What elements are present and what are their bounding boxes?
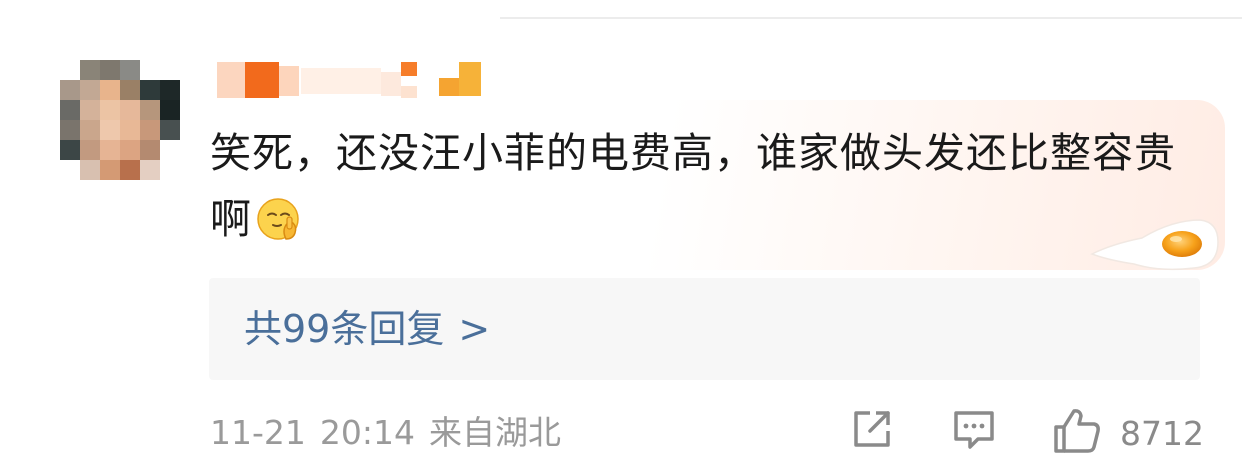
replies-count-text: 共99条回复: [244, 307, 445, 351]
share-button[interactable]: [848, 405, 898, 461]
replies-link[interactable]: 共99条回复 >: [209, 278, 1200, 380]
replies-label: 共99条回复 >: [244, 306, 490, 352]
shushing-face-emoji-icon: [257, 198, 299, 240]
comment-time: 20:14: [319, 413, 415, 452]
like-count: 8712: [1120, 414, 1204, 453]
username-blurred[interactable]: [217, 60, 487, 102]
divider: [500, 17, 1242, 19]
comment-meta: 11-21 20:14 来自湖北: [210, 412, 561, 454]
comment-date: 11-21: [210, 413, 306, 452]
comment-text: 笑死，还没汪小菲的电费高，谁家做头发还比整容贵啊: [210, 120, 1200, 252]
share-icon: [854, 411, 890, 447]
like-button[interactable]: 8712: [1050, 405, 1210, 461]
comment-location: 来自湖北: [429, 413, 561, 452]
chevron-right-icon: >: [458, 307, 491, 351]
comment-button[interactable]: [950, 405, 1000, 461]
comment-text-content: 笑死，还没汪小菲的电费高，谁家做头发还比整容贵啊: [210, 129, 1176, 243]
fried-egg-sticker-icon: [1090, 219, 1219, 271]
comment-card: 笑死，还没汪小菲的电费高，谁家做头发还比整容贵啊 共99条回复 > 11-21 20…: [0, 0, 1242, 470]
thumbs-up-icon: [1054, 409, 1100, 453]
comment-icon: [954, 411, 994, 449]
avatar[interactable]: [60, 60, 180, 180]
